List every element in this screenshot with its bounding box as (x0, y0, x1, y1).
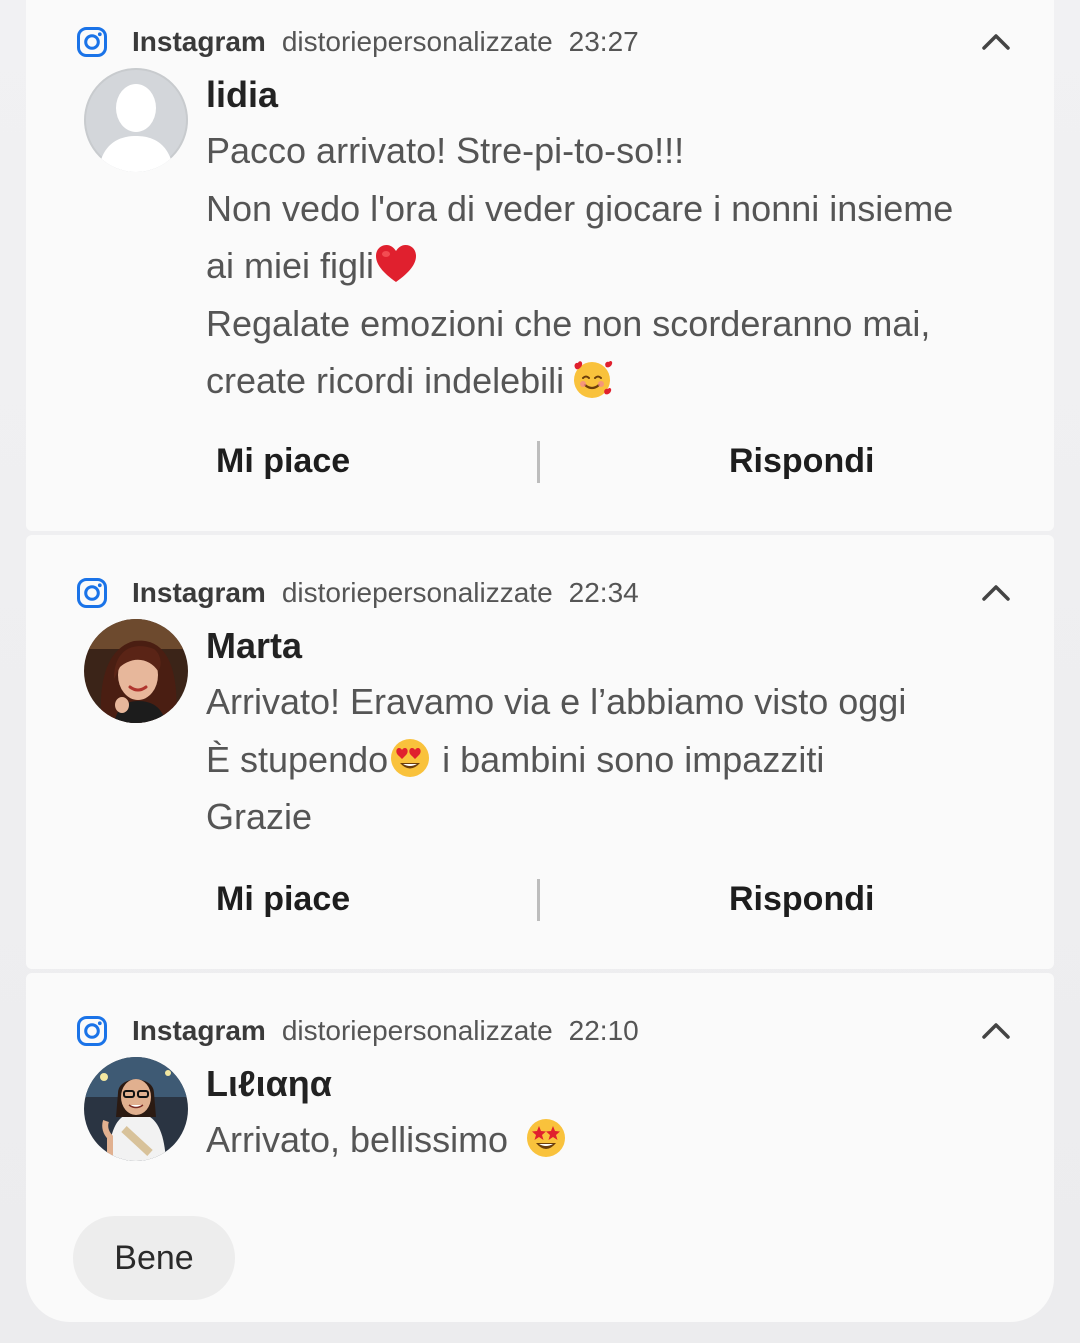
avatar (84, 1057, 188, 1161)
message-line-text: i bambini sono impazziti (432, 738, 825, 780)
message-line-text: create ricordi indelebili (206, 360, 565, 401)
notification-card-liliana[interactable]: Instagram distoriepersonalizzate 22:10 L… (26, 973, 1054, 1322)
app-name: Instagram (132, 26, 266, 57)
notification-shade: Instagram distoriepersonalizzate 23:27 l… (0, 0, 1080, 1343)
message-line: È stupendo i bambini sono impazziti (206, 731, 1026, 789)
message-line: Grazie (206, 796, 313, 837)
instagram-icon (77, 578, 107, 608)
notification-time: 22:34 (568, 577, 639, 608)
message-line: create ricordi indelebili (206, 352, 1026, 410)
quick-reply-chip[interactable]: Bene (73, 1216, 235, 1300)
instagram-icon (77, 27, 107, 57)
message-line: Pacco arrivato! Stre-pi-to-so!!! (206, 130, 685, 171)
app-name: Instagram (132, 577, 266, 608)
notification-card-lidia[interactable]: Instagram distoriepersonalizzate 23:27 l… (26, 0, 1054, 531)
message-line-text: ai miei figli (206, 245, 375, 286)
message-text: Arrivato! Eravamo via e l’abbiamo visto … (206, 673, 1026, 846)
heart-eyes-emoji-icon (391, 738, 430, 777)
smiling-face-with-hearts-emoji-icon (574, 360, 613, 398)
message-line: Arrivato, bellissimo (206, 1111, 1026, 1169)
user-photo-avatar (84, 619, 188, 723)
like-button[interactable]: Mi piace (216, 431, 350, 491)
account-name: distoriepersonalizzate (281, 1015, 553, 1046)
notification-header: Instagram distoriepersonalizzate 23:27 (76, 22, 639, 62)
notification-header: Instagram distoriepersonalizzate 22:10 (76, 1011, 639, 1051)
notification-actions: Mi piace Rispondi (26, 431, 1054, 491)
message-line: ai miei figli (206, 237, 1026, 295)
account-name: distoriepersonalizzate (281, 577, 553, 608)
chevron-up-icon[interactable] (978, 24, 1014, 60)
notification-time: 22:10 (568, 1015, 639, 1046)
chevron-up-icon[interactable] (978, 575, 1014, 611)
reply-button[interactable]: Rispondi (729, 431, 874, 491)
message-line-text: Arrivato, bellissimo (206, 1119, 519, 1160)
message-line-text: È stupendo (206, 738, 389, 780)
notification-header: Instagram distoriepersonalizzate 22:34 (76, 573, 639, 613)
avatar (84, 619, 188, 723)
user-photo-avatar (84, 1057, 188, 1161)
message-text: Arrivato, bellissimo (206, 1111, 1026, 1169)
sender-name: lidia (206, 74, 279, 115)
message-line: Non vedo l'ora di veder giocare i nonni … (206, 187, 954, 229)
notification-card-marta[interactable]: Instagram distoriepersonalizzate 22:34 M… (26, 535, 1054, 969)
sender-name: Lιℓιαηα (206, 1063, 332, 1104)
sender-name: Marta (206, 625, 303, 666)
message-line: Regalate emozioni che non scorderanno ma… (206, 302, 931, 344)
star-struck-emoji-icon (527, 1119, 566, 1157)
default-avatar-icon (84, 68, 188, 172)
red-heart-emoji-icon (376, 245, 417, 282)
like-button[interactable]: Mi piace (216, 869, 350, 929)
account-name: distoriepersonalizzate (281, 26, 553, 57)
message-line: Arrivato! Eravamo via e l’abbiamo visto … (206, 681, 907, 722)
chevron-up-icon[interactable] (978, 1013, 1014, 1049)
notification-time: 23:27 (568, 26, 639, 57)
action-divider (537, 879, 540, 921)
reply-button[interactable]: Rispondi (729, 869, 874, 929)
action-divider (537, 441, 540, 483)
avatar (84, 68, 188, 172)
notification-actions: Mi piace Rispondi (26, 869, 1054, 929)
app-name: Instagram (132, 1015, 266, 1046)
message-text: Pacco arrivato! Stre-pi-to-so!!! Non ved… (206, 122, 1026, 410)
instagram-icon (77, 1016, 107, 1046)
